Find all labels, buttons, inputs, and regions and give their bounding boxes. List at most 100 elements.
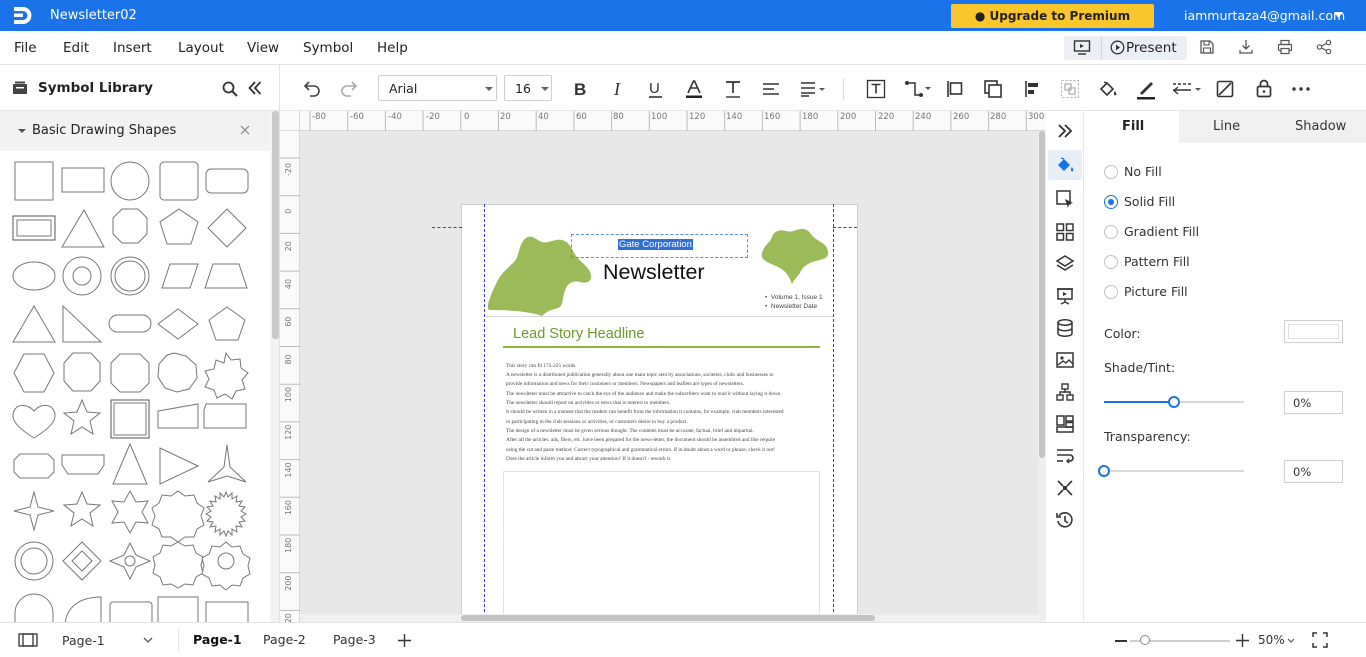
connection-points-icon[interactable] <box>1055 478 1075 498</box>
menu-symbol[interactable]: Symbol <box>303 40 353 56</box>
text-box-icon[interactable] <box>866 79 886 99</box>
page-select-chevron-down-icon[interactable] <box>143 637 153 643</box>
picture-fill-radio[interactable] <box>1104 285 1118 299</box>
line-spacing-icon[interactable] <box>799 79 829 99</box>
tab-shadow[interactable]: Shadow <box>1295 119 1346 134</box>
font-color-icon[interactable] <box>684 79 704 99</box>
distribute-icon[interactable] <box>1022 79 1042 99</box>
company-name[interactable]: Gate Corporation <box>618 239 693 250</box>
presentation-icon[interactable] <box>1055 286 1075 306</box>
lead-headline[interactable]: Lead Story Headline <box>513 326 644 342</box>
shade-slider-knob[interactable] <box>1168 396 1180 408</box>
page-select[interactable]: Page-1 <box>62 633 105 648</box>
tab-fill[interactable]: Fill <box>1122 119 1144 134</box>
menu-help[interactable]: Help <box>377 40 408 56</box>
gradient-fill-radio[interactable] <box>1104 225 1118 239</box>
line-color-icon[interactable] <box>1135 78 1157 100</box>
transparency-value-input[interactable]: 0% <box>1284 460 1343 483</box>
line-style-icon[interactable] <box>1171 79 1203 99</box>
pattern-fill-label[interactable]: Pattern Fill <box>1124 254 1190 269</box>
align-shape-icon[interactable] <box>945 79 965 99</box>
newsletter-title[interactable]: Newsletter <box>603 260 705 285</box>
vertical-scroll-thumb[interactable] <box>1039 131 1045 458</box>
ginkgo-leaf-right[interactable] <box>758 227 830 285</box>
more-options-icon[interactable] <box>1291 79 1311 99</box>
share-icon[interactable] <box>1316 39 1332 55</box>
menu-edit[interactable]: Edit <box>63 40 89 56</box>
menu-insert[interactable]: Insert <box>113 40 152 56</box>
page-tab-3[interactable]: Page-3 <box>333 632 376 647</box>
menu-layout[interactable]: Layout <box>178 40 224 56</box>
redo-icon[interactable] <box>339 78 359 98</box>
table-icon[interactable] <box>1055 414 1075 434</box>
history-icon[interactable] <box>1055 510 1075 530</box>
font-size-select[interactable]: 16 <box>504 75 552 101</box>
gradient-fill-label[interactable]: Gradient Fill <box>1124 224 1199 239</box>
transparency-slider-knob[interactable] <box>1098 465 1110 477</box>
no-fill-radio[interactable] <box>1104 165 1118 179</box>
collapse-panel-icon[interactable] <box>248 81 262 95</box>
account-email[interactable]: iammurtaza4@gmail.com <box>1184 8 1345 23</box>
page-tab-1[interactable]: Page-1 <box>193 632 242 647</box>
fullscreen-icon[interactable] <box>1312 632 1328 648</box>
symbols-grid-icon[interactable] <box>1055 222 1075 242</box>
layers-icon[interactable] <box>1055 254 1075 274</box>
shade-value-input[interactable]: 0% <box>1284 391 1343 414</box>
menu-file[interactable]: File <box>14 40 37 56</box>
search-icon[interactable] <box>222 81 238 97</box>
upgrade-premium-button[interactable]: ● Upgrade to Premium Version <box>951 4 1154 47</box>
lock-icon[interactable] <box>1254 78 1274 98</box>
fill-style-icon[interactable] <box>1055 155 1075 175</box>
library-scroll-thumb[interactable] <box>272 111 279 339</box>
save-icon[interactable] <box>1199 39 1215 55</box>
expand-panel-icon[interactable] <box>1057 123 1073 139</box>
newsletter-page[interactable]: Gate Corporation Newsletter • Volume 1, … <box>461 204 858 622</box>
tab-line[interactable]: Line <box>1213 119 1240 134</box>
arrange-icon[interactable] <box>983 79 1003 99</box>
no-shadow-icon[interactable] <box>1215 79 1235 99</box>
page-tab-2[interactable]: Page-2 <box>263 632 306 647</box>
download-icon[interactable] <box>1238 39 1254 55</box>
bold-icon[interactable]: B <box>572 79 590 99</box>
text-style-icon[interactable] <box>723 79 743 99</box>
font-family-select[interactable]: Arial <box>378 75 497 101</box>
picture-fill-label[interactable]: Picture Fill <box>1124 284 1188 299</box>
print-icon[interactable] <box>1277 39 1293 55</box>
italic-icon[interactable]: I <box>610 79 628 99</box>
connector-icon[interactable] <box>904 79 934 99</box>
zoom-out-icon[interactable] <box>1115 640 1127 642</box>
add-page-icon[interactable] <box>398 634 411 647</box>
transparency-slider-track[interactable] <box>1104 470 1244 472</box>
horizontal-scroll-thumb[interactable] <box>461 615 875 621</box>
org-chart-icon[interactable] <box>1055 382 1075 402</box>
zoom-in-icon[interactable] <box>1236 634 1249 647</box>
no-fill-label[interactable]: No Fill <box>1124 164 1162 179</box>
data-icon[interactable] <box>1055 318 1075 338</box>
present-button[interactable]: Present <box>1126 40 1177 56</box>
zoom-slider-knob[interactable] <box>1140 635 1150 645</box>
page-layout-icon[interactable] <box>18 633 38 647</box>
shape-thumbnails[interactable] <box>10 157 260 622</box>
app-logo-icon[interactable] <box>10 4 34 27</box>
library-section-header[interactable]: Basic Drawing Shapes <box>0 111 270 151</box>
shape-style-icon[interactable] <box>1055 189 1075 209</box>
undo-icon[interactable] <box>302 78 322 98</box>
underline-icon[interactable]: U <box>647 79 665 99</box>
image-icon[interactable] <box>1055 350 1075 370</box>
account-chevron-down-icon[interactable] <box>1334 12 1343 18</box>
play-circle-icon[interactable] <box>1110 40 1125 55</box>
text-wrap-icon[interactable] <box>1055 446 1075 466</box>
group-icon[interactable] <box>1060 79 1080 99</box>
solid-fill-label[interactable]: Solid Fill <box>1124 194 1175 209</box>
pattern-fill-radio[interactable] <box>1104 255 1118 269</box>
zoom-chevron-down-icon[interactable] <box>1287 638 1295 643</box>
drawing-canvas[interactable]: Gate Corporation Newsletter • Volume 1, … <box>300 131 1038 622</box>
align-icon[interactable] <box>761 79 781 99</box>
menu-view[interactable]: View <box>247 40 279 56</box>
solid-fill-radio[interactable] <box>1104 195 1118 209</box>
zoom-level[interactable]: 50% <box>1258 633 1285 647</box>
slideshow-icon[interactable] <box>1073 39 1091 56</box>
content-box[interactable] <box>503 471 820 622</box>
close-section-icon[interactable] <box>240 125 250 135</box>
fill-bucket-icon[interactable] <box>1097 78 1119 100</box>
